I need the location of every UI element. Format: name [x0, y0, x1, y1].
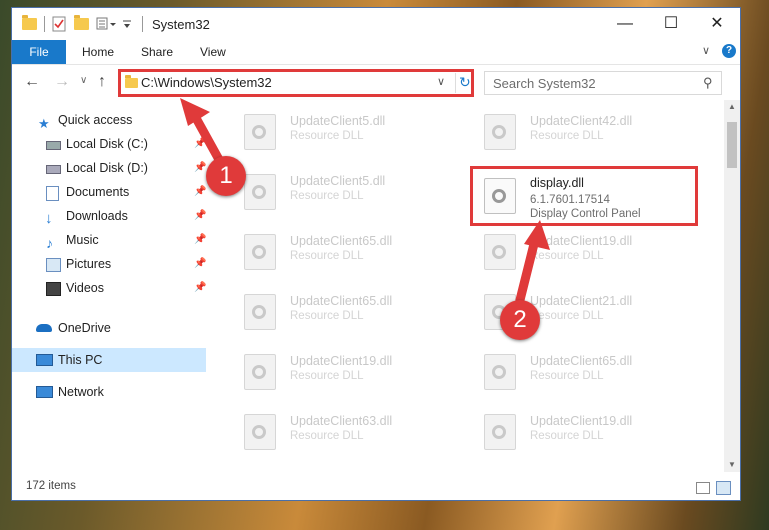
step-1-callout: 1	[206, 156, 246, 196]
annotation-arrows	[180, 98, 550, 305]
step-2-callout: 2	[500, 300, 540, 340]
arrow-1	[180, 98, 227, 170]
arrow-2	[515, 220, 550, 305]
